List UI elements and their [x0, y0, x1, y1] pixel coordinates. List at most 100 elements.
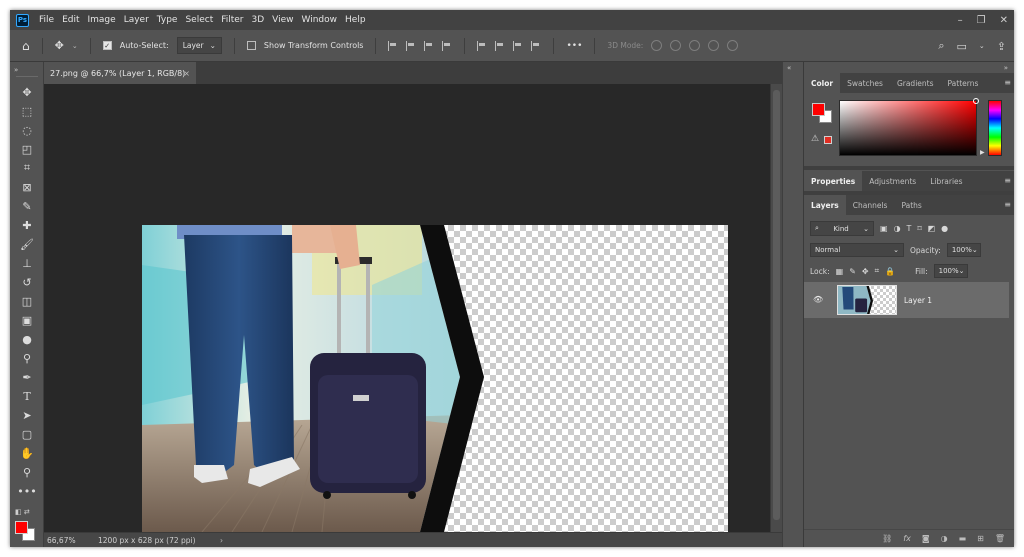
toolbar-grip[interactable] [16, 76, 38, 77]
adjustment-layer-icon[interactable]: ◑ [941, 534, 948, 543]
menu-type[interactable]: Type [153, 15, 182, 25]
tab-swatches[interactable]: Swatches [840, 73, 890, 93]
close-button[interactable]: ✕ [1000, 15, 1008, 26]
lock-artboard-icon[interactable]: ⌗ [875, 266, 880, 276]
panel-menu-icon[interactable]: ≡ [1004, 78, 1011, 87]
zoom-level[interactable]: 66,67% [44, 536, 84, 545]
filter-kind-dropdown[interactable]: ⌕ Kind ⌄ [810, 221, 874, 236]
menu-filter[interactable]: Filter [217, 15, 247, 25]
move-tool-icon[interactable]: ✥ [19, 84, 35, 100]
panel-menu-icon[interactable]: ≡ [1004, 176, 1011, 185]
edit-toolbar-icon[interactable]: ••• [17, 483, 36, 499]
object-select-tool-icon[interactable]: ◰ [19, 141, 35, 157]
menu-help[interactable]: Help [341, 15, 370, 25]
menu-file[interactable]: File [35, 15, 58, 25]
path-selection-tool-icon[interactable]: ➤ [19, 407, 35, 423]
color-picker-handle[interactable] [973, 98, 979, 104]
eye-icon[interactable]: 👁 [813, 295, 823, 304]
document-tab[interactable]: 27.png @ 66,7% (Layer 1, RGB/8) × [44, 62, 196, 84]
menu-layer[interactable]: Layer [120, 15, 153, 25]
vertical-scrollbar[interactable] [770, 84, 782, 532]
collapse-toolbar-icon[interactable]: » [14, 66, 18, 74]
blur-tool-icon[interactable]: ● [19, 331, 35, 347]
type-tool-icon[interactable]: T [19, 388, 35, 404]
dodge-tool-icon[interactable]: ⚲ [19, 350, 35, 366]
align-horizontal-centers-icon[interactable] [406, 40, 416, 51]
menu-select[interactable]: Select [181, 15, 217, 25]
orbit-3d-icon[interactable] [651, 40, 663, 51]
link-layers-icon[interactable]: ⛓ [882, 534, 892, 543]
tab-layers[interactable]: Layers [804, 195, 846, 215]
layer-row[interactable]: 👁 Layer 1 [804, 282, 1009, 318]
frame-tool-icon[interactable]: ⊠ [19, 179, 35, 195]
lasso-tool-icon[interactable]: ◌ [19, 122, 35, 138]
align-vertical-centers-icon[interactable] [495, 40, 505, 51]
filter-pixel-icon[interactable]: ▣ [880, 224, 888, 233]
panel-menu-icon[interactable]: ≡ [1004, 200, 1011, 209]
scale-3d-icon[interactable] [727, 40, 739, 51]
menu-window[interactable]: Window [298, 15, 342, 25]
new-layer-icon[interactable]: ⊞ [977, 534, 984, 543]
history-brush-tool-icon[interactable]: ↺ [19, 274, 35, 290]
tab-color[interactable]: Color [804, 73, 841, 93]
fill-field[interactable]: 100% ⌄ [933, 264, 968, 278]
layer-name[interactable]: Layer 1 [904, 296, 932, 305]
new-group-icon[interactable]: ▬ [959, 534, 967, 543]
restore-button[interactable]: ❐ [977, 15, 986, 26]
default-colors-icon[interactable]: ◧ ⇄ [15, 508, 30, 516]
tab-paths[interactable]: Paths [894, 195, 928, 215]
blend-mode-dropdown[interactable]: Normal ⌄ [810, 243, 904, 257]
tab-patterns[interactable]: Patterns [941, 73, 986, 93]
distribute-vertical-icon[interactable] [442, 40, 452, 51]
lock-all-icon[interactable]: 🔒 [885, 267, 895, 276]
gamut-swatch[interactable] [824, 136, 832, 144]
status-menu-arrow[interactable]: › [204, 536, 223, 545]
add-mask-icon[interactable]: ◙ [922, 534, 930, 543]
panel-divider[interactable] [804, 166, 1014, 170]
move-tool-icon[interactable]: ✥ [55, 39, 64, 52]
roll-3d-icon[interactable] [670, 40, 682, 51]
menu-3d[interactable]: 3D [248, 15, 269, 25]
clone-stamp-tool-icon[interactable]: ⊥ [19, 255, 35, 271]
auto-select-checkbox[interactable]: ✓ [102, 41, 112, 50]
healing-brush-tool-icon[interactable]: ✚ [19, 217, 35, 233]
tab-adjustments[interactable]: Adjustments [862, 171, 923, 191]
chevron-down-icon[interactable]: ⌄ [72, 42, 78, 50]
menu-image[interactable]: Image [84, 15, 120, 25]
delete-layer-icon[interactable]: 🗑 [995, 534, 1005, 543]
hue-slider[interactable] [988, 100, 1002, 156]
collapse-panels-icon[interactable]: » [1004, 64, 1008, 72]
workspace-icon[interactable]: ▭ [957, 40, 967, 53]
align-top-edges-icon[interactable] [477, 40, 487, 51]
chevron-down-icon[interactable]: ⌄ [979, 42, 985, 50]
document-info[interactable]: 1200 px x 628 px (72 ppi) [84, 536, 204, 545]
hand-tool-icon[interactable]: ✋ [19, 445, 35, 461]
out-of-gamut-warning-icon[interactable]: ⚠ [811, 134, 819, 144]
filter-shape-icon[interactable]: ⌑ [917, 224, 921, 233]
gradient-tool-icon[interactable]: ▣ [19, 312, 35, 328]
brush-tool-icon[interactable]: 🖌 [19, 236, 35, 252]
eyedropper-tool-icon[interactable]: ✎ [19, 198, 35, 214]
pan-3d-icon[interactable] [689, 40, 701, 51]
close-tab-icon[interactable]: × [183, 69, 190, 78]
opacity-field[interactable]: 100% ⌄ [946, 243, 981, 257]
align-bottom-edges-icon[interactable] [513, 40, 523, 51]
align-left-edges-icon[interactable] [388, 40, 398, 51]
tab-gradients[interactable]: Gradients [890, 73, 941, 93]
color-panel-foreground[interactable] [812, 103, 825, 116]
distribute-horizontal-icon[interactable] [531, 40, 541, 51]
show-transform-checkbox[interactable] [246, 41, 256, 50]
collapse-dock-icon[interactable]: « [787, 64, 791, 72]
pen-tool-icon[interactable]: ✒ [19, 369, 35, 385]
crop-tool-icon[interactable]: ⌗ [19, 160, 35, 176]
slide-3d-icon[interactable] [708, 40, 720, 51]
foreground-color-swatch[interactable] [15, 521, 28, 534]
tab-channels[interactable]: Channels [846, 195, 895, 215]
minimize-button[interactable]: – [958, 15, 963, 26]
scrollbar-thumb[interactable] [773, 90, 780, 520]
tab-properties[interactable]: Properties [804, 171, 863, 191]
menu-edit[interactable]: Edit [58, 15, 83, 25]
menu-view[interactable]: View [268, 15, 297, 25]
filter-toggle-icon[interactable]: ● [941, 224, 948, 233]
share-icon[interactable]: ⇪ [997, 40, 1006, 53]
